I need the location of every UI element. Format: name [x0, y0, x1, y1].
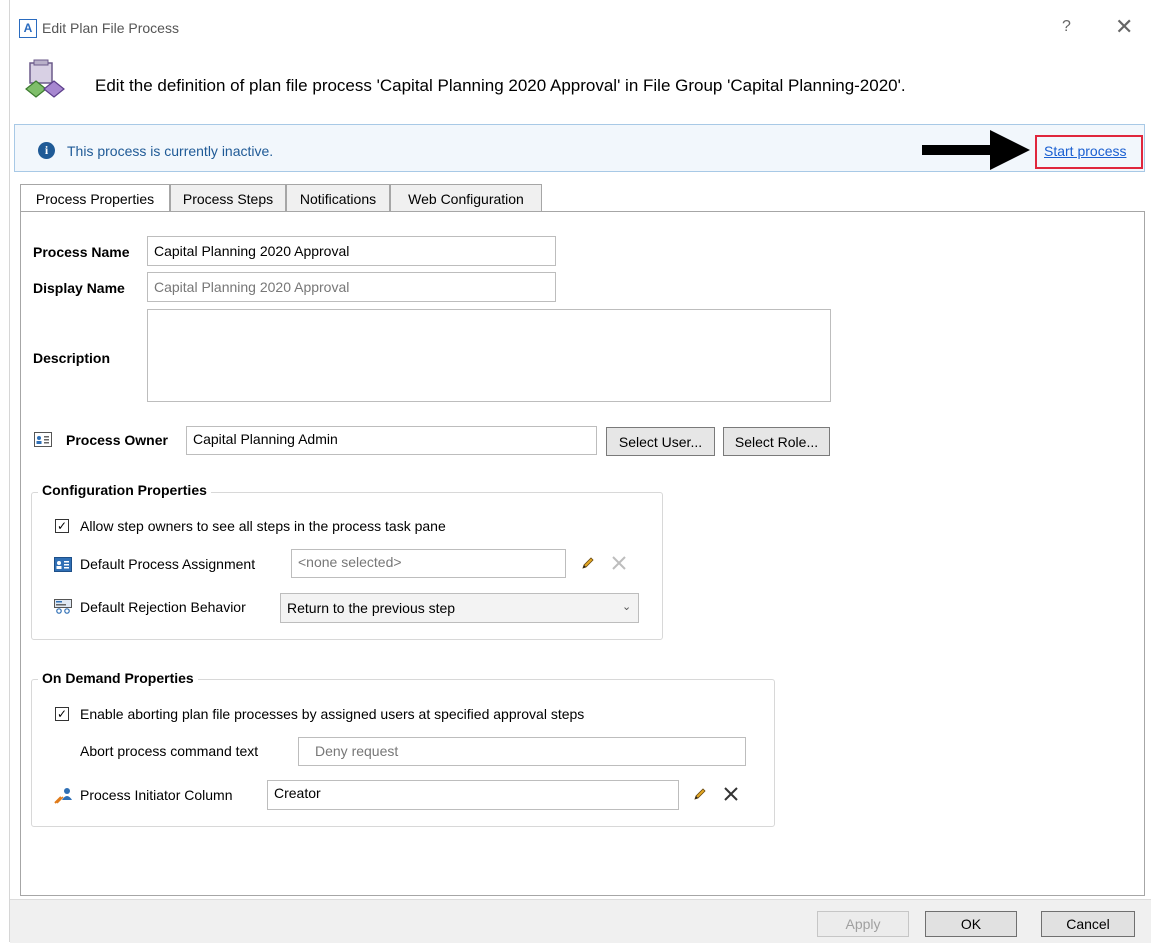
inactive-status-message: This process is currently inactive.	[67, 143, 274, 159]
clear-x-icon[interactable]	[722, 785, 740, 803]
process-initiator-column-input[interactable]: Creator	[267, 780, 679, 810]
app-logo-icon: A	[19, 19, 37, 38]
process-initiator-icon	[54, 788, 72, 804]
process-name-label: Process Name	[33, 244, 130, 260]
display-name-label: Display Name	[33, 280, 125, 296]
tab-web-configuration[interactable]: Web Configuration	[390, 184, 542, 212]
edit-pencil-icon[interactable]	[692, 786, 708, 802]
ok-button[interactable]: OK	[925, 911, 1017, 937]
cancel-button[interactable]: Cancel	[1041, 911, 1135, 937]
process-owner-input[interactable]: Capital Planning Admin	[186, 426, 597, 455]
start-process-link[interactable]: Start process	[1044, 143, 1126, 159]
allow-see-steps-label: Allow step owners to see all steps in th…	[80, 518, 446, 534]
process-initiator-column-label: Process Initiator Column	[80, 787, 233, 803]
abort-command-text-input[interactable]: Deny request	[298, 737, 746, 766]
enable-abort-checkbox[interactable]: ✓	[55, 707, 69, 721]
help-icon[interactable]: ?	[1062, 18, 1071, 36]
tab-process-properties[interactable]: Process Properties	[20, 184, 170, 213]
description-textarea[interactable]	[147, 309, 831, 402]
configuration-properties-title: Configuration Properties	[38, 482, 211, 498]
window-edge	[0, 0, 10, 942]
edit-pencil-icon[interactable]	[580, 555, 596, 571]
default-rejection-behavior-select[interactable]: Return to the previous step	[280, 593, 639, 623]
description-label: Description	[33, 350, 111, 366]
chevron-down-icon: ⌄	[622, 601, 632, 613]
apply-button[interactable]: Apply	[817, 911, 909, 937]
process-definition-icon	[25, 59, 65, 98]
enable-abort-label: Enable aborting plan file processes by a…	[80, 706, 585, 722]
close-icon[interactable]: ✕	[1115, 14, 1133, 40]
tab-notifications[interactable]: Notifications	[286, 184, 390, 212]
display-name-input[interactable]: Capital Planning 2020 Approval	[147, 272, 556, 302]
tab-process-steps[interactable]: Process Steps	[170, 184, 286, 212]
abort-command-text-label: Abort process command text	[80, 743, 259, 759]
assignment-card-icon	[54, 557, 72, 572]
default-rejection-behavior-label: Default Rejection Behavior	[80, 599, 246, 615]
default-process-assignment-input[interactable]: <none selected>	[291, 549, 566, 578]
on-demand-properties-title: On Demand Properties	[38, 670, 198, 686]
select-user-button[interactable]: Select User...	[606, 427, 715, 456]
allow-see-steps-checkbox[interactable]: ✓	[55, 519, 69, 533]
clear-x-icon[interactable]	[610, 554, 628, 572]
process-name-input[interactable]: Capital Planning 2020 Approval	[147, 236, 556, 266]
process-owner-label: Process Owner	[66, 432, 168, 448]
rejection-behavior-icon	[54, 599, 72, 614]
header-description: Edit the definition of plan file process…	[95, 76, 906, 95]
info-icon: i	[38, 142, 55, 159]
contact-card-icon	[34, 432, 52, 447]
select-role-button[interactable]: Select Role...	[723, 427, 830, 456]
default-process-assignment-label: Default Process Assignment	[80, 556, 256, 572]
window-title: Edit Plan File Process	[42, 20, 179, 36]
pointer-arrow-icon	[922, 130, 1030, 170]
